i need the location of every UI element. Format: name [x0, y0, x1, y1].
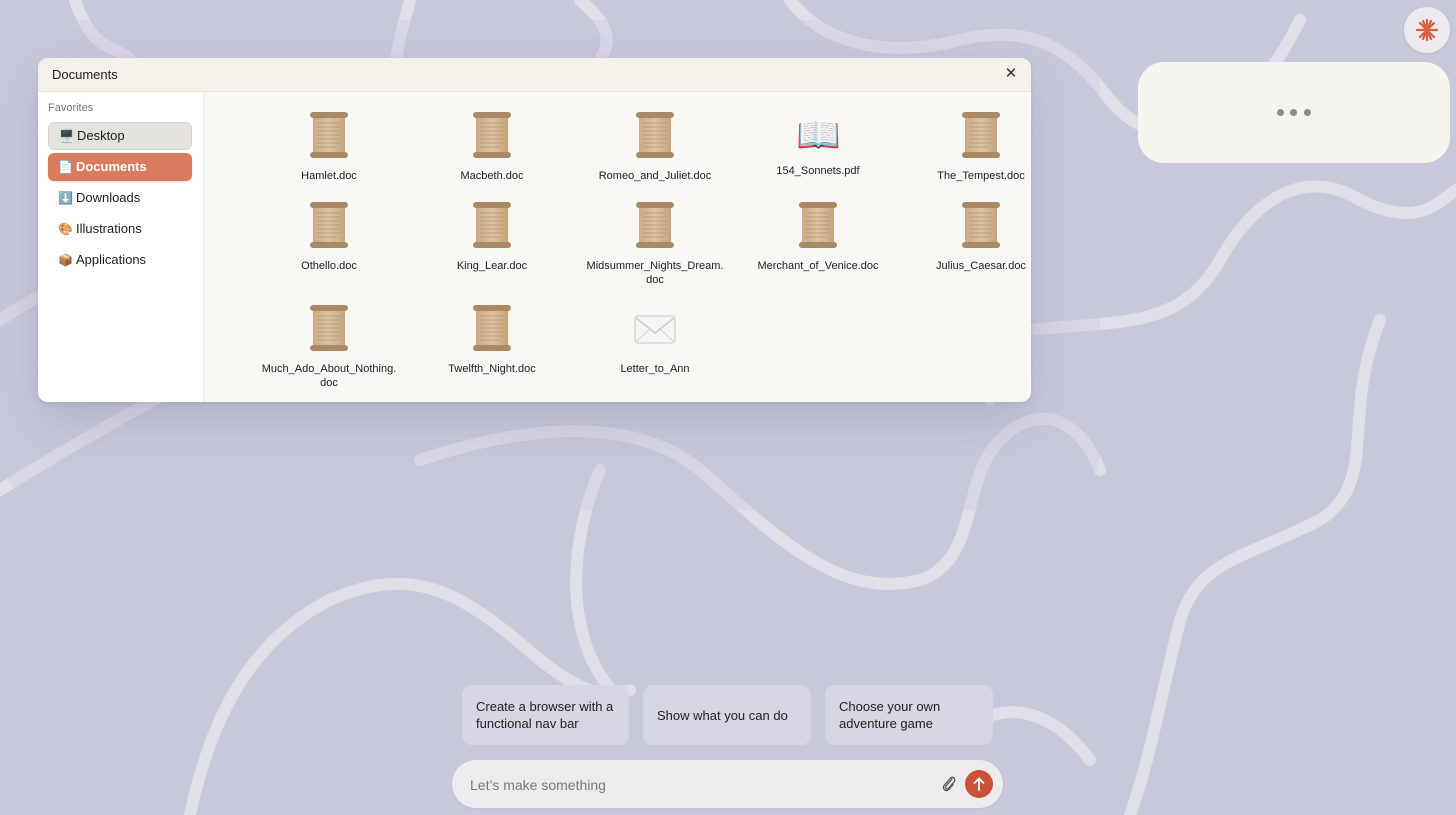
sidebar-item-illustrations[interactable]: 🎨 Illustrations [48, 215, 192, 243]
file-name: Letter_to_Ann [620, 363, 690, 375]
sidebar-item-documents[interactable]: 📄 Documents [48, 153, 192, 181]
sidebar-item-label: Documents [75, 159, 147, 174]
suggestion-chip-show[interactable]: Show what you can do [643, 685, 811, 745]
loading-dot [1277, 109, 1284, 116]
window-title: Documents [52, 67, 118, 82]
scroll-icon [959, 110, 1003, 160]
file-item[interactable]: Letter_to_Ann [575, 303, 735, 376]
close-icon[interactable]: ✕ [1003, 66, 1019, 82]
scroll-icon [470, 200, 514, 250]
file-item[interactable]: Macbeth.doc [412, 110, 572, 183]
scroll-icon [307, 200, 351, 250]
sparkle-logo-icon [1415, 18, 1439, 42]
sidebar-item-desktop[interactable]: 🖥️ Desktop [48, 122, 192, 150]
scroll-icon [307, 110, 351, 160]
file-item[interactable]: 📖 154_Sonnets.pdf [738, 110, 898, 178]
scroll-icon [796, 200, 840, 250]
window-titlebar[interactable]: Documents ✕ [38, 58, 1031, 92]
suggestion-chip-browser[interactable]: Create a browser with a functional nav b… [462, 685, 629, 745]
file-name: Merchant_of_Venice.doc [757, 260, 879, 272]
file-name: Much_Ado_About_Nothing.doc [261, 363, 397, 389]
loading-card [1138, 62, 1450, 163]
sidebar-item-downloads[interactable]: ⬇️ Downloads [48, 184, 192, 212]
loading-dot [1304, 109, 1311, 116]
file-item[interactable]: Julius_Caesar.doc [901, 200, 1031, 273]
sidebar-item-label: Illustrations [75, 221, 142, 236]
file-name: King_Lear.doc [456, 260, 528, 272]
palette-icon: 🎨 [58, 222, 73, 236]
app-logo-button[interactable] [1404, 7, 1450, 53]
scroll-icon [470, 303, 514, 353]
file-name: Julius_Caesar.doc [936, 260, 1026, 272]
file-item[interactable]: Midsummer_Nights_Dream.doc [575, 200, 735, 287]
paperclip-icon[interactable] [940, 774, 958, 794]
file-item[interactable]: Romeo_and_Juliet.doc [575, 110, 735, 183]
sidebar-item-label: Downloads [75, 190, 141, 205]
prompt-input[interactable] [468, 772, 932, 798]
arrow-up-icon [973, 777, 985, 791]
file-grid: Hamlet.doc Macbeth.doc Romeo_and_Juliet.… [204, 92, 1031, 402]
scroll-icon [307, 303, 351, 353]
prompt-bar [452, 760, 1003, 808]
file-item[interactable]: Hamlet.doc [249, 110, 409, 183]
file-name: Hamlet.doc [301, 170, 357, 182]
file-name: 154_Sonnets.pdf [776, 165, 860, 177]
envelope-icon [634, 315, 676, 344]
document-icon: 📄 [58, 160, 73, 174]
file-name: Midsummer_Nights_Dream.doc [586, 260, 724, 286]
sidebar-item-label: Applications [75, 252, 147, 267]
scroll-icon [633, 200, 677, 250]
favorites-label: Favorites [48, 102, 94, 114]
file-item[interactable]: Merchant_of_Venice.doc [738, 200, 898, 273]
file-name: The_Tempest.doc [937, 170, 1025, 182]
file-name: Othello.doc [301, 260, 357, 272]
file-name: Macbeth.doc [460, 170, 524, 182]
file-item[interactable]: Othello.doc [249, 200, 409, 273]
desktop-computer-icon: 🖥️ [59, 129, 74, 143]
scroll-icon [959, 200, 1003, 250]
loading-dot [1290, 109, 1297, 116]
open-book-icon: 📖 [796, 114, 841, 155]
send-button[interactable] [965, 770, 993, 798]
file-name: Romeo_and_Juliet.doc [598, 170, 712, 182]
sidebar-item-applications[interactable]: 📦 Applications [48, 246, 192, 274]
sidebar-item-label: Desktop [76, 128, 125, 143]
file-item[interactable]: Much_Ado_About_Nothing.doc [249, 303, 409, 390]
file-item[interactable]: King_Lear.doc [412, 200, 572, 273]
download-arrow-icon: ⬇️ [58, 191, 73, 205]
sidebar: Favorites 🖥️ Desktop 📄 Documents ⬇️ Downloa… [38, 92, 204, 402]
scroll-icon [633, 110, 677, 160]
file-name: Twelfth_Night.doc [448, 363, 536, 375]
file-item[interactable]: The_Tempest.doc [901, 110, 1031, 183]
package-icon: 📦 [58, 253, 73, 267]
documents-window: Documents ✕ Favorites 🖥️ Desktop 📄 Documen… [38, 58, 1031, 402]
suggestion-chip-adventure[interactable]: Choose your own adventure game [825, 685, 993, 745]
scroll-icon [470, 110, 514, 160]
file-item[interactable]: Twelfth_Night.doc [412, 303, 572, 376]
